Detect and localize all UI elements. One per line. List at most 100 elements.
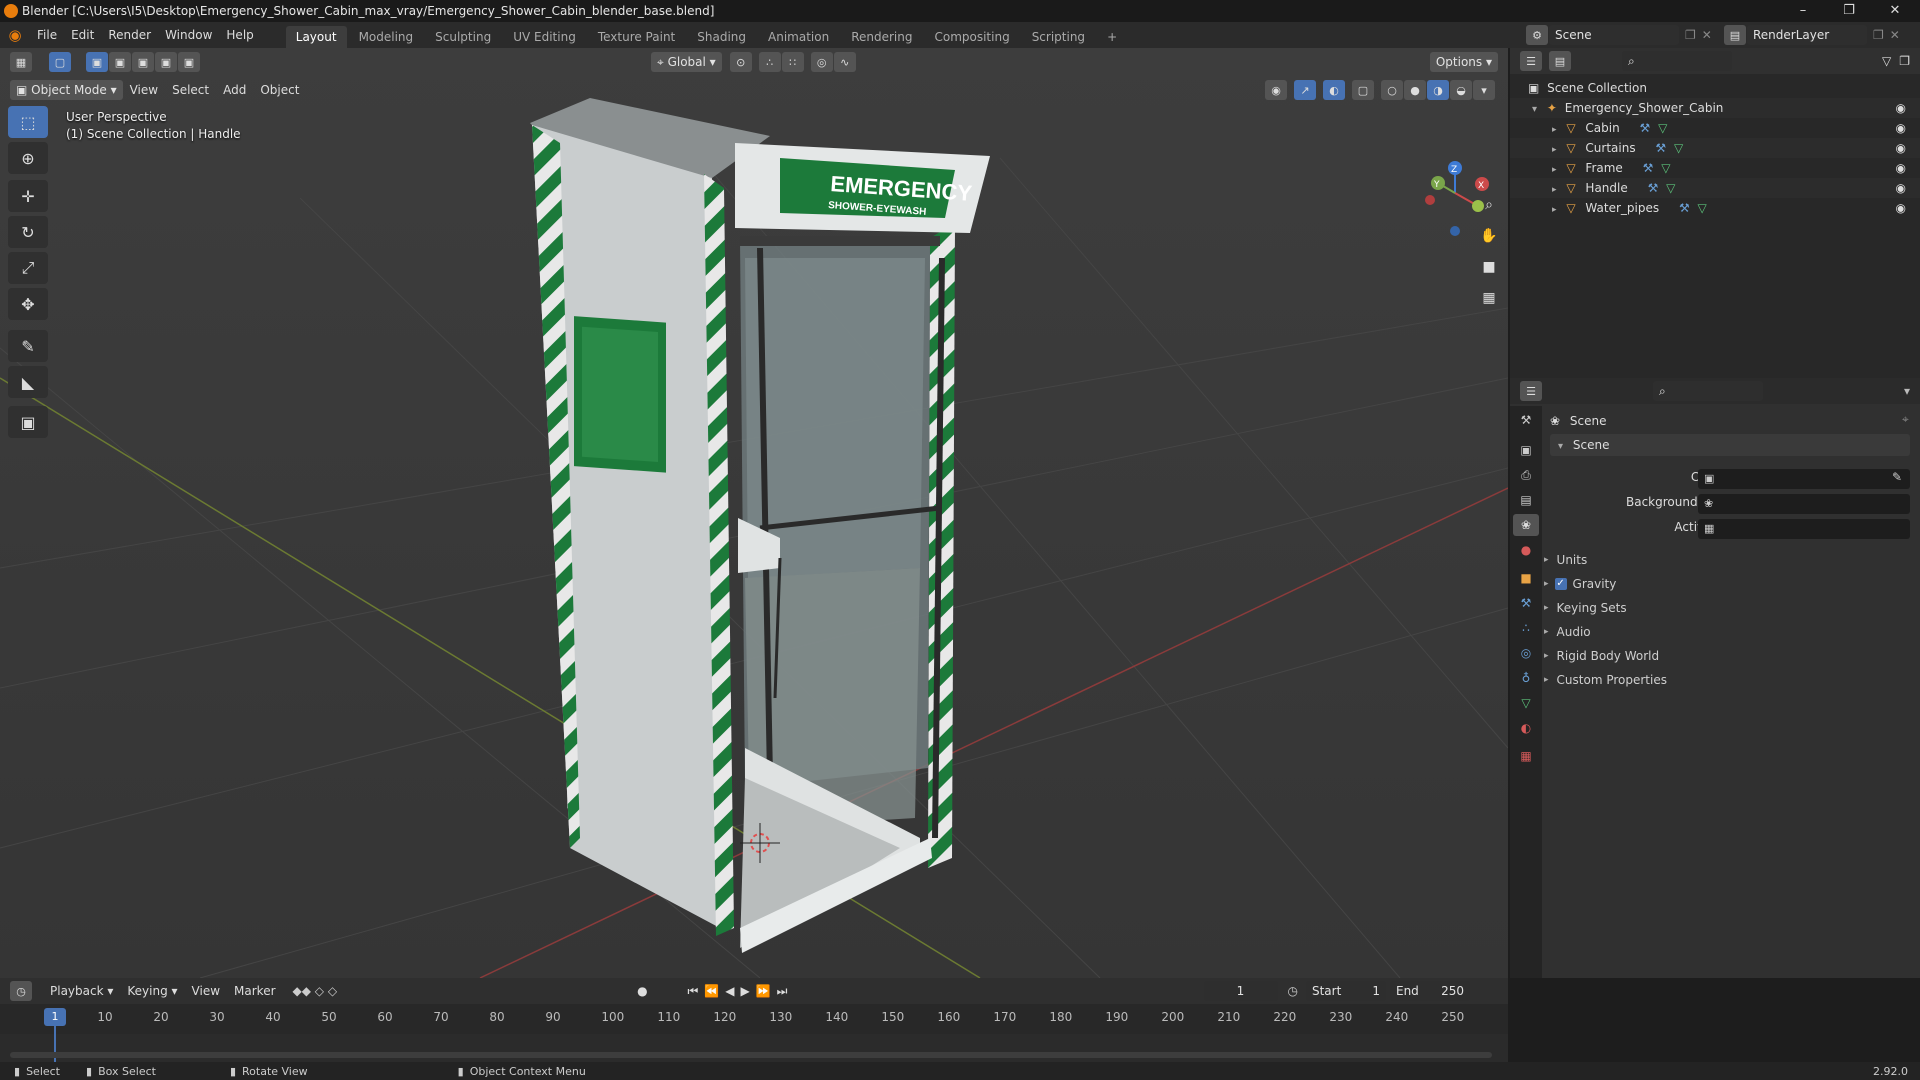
shading-rendered-icon[interactable]: ◒ [1450, 80, 1472, 100]
timeline-menu-view[interactable]: View [185, 978, 227, 1004]
units-panel-header[interactable]: ▸ Units [1544, 550, 1914, 570]
shading-options-icon[interactable]: ▾ [1473, 80, 1495, 100]
transform-orientation-dropdown[interactable]: ⌖ Global ▾ [651, 52, 722, 72]
keying-sets-panel-header[interactable]: ▸ Keying Sets [1544, 598, 1914, 618]
current-frame-field[interactable]: 1 [1203, 981, 1278, 1001]
auto-keying-icon[interactable]: ● [637, 984, 647, 998]
options-dropdown[interactable]: Options ▾ [1429, 52, 1498, 72]
output-tab-icon[interactable]: ⎙ [1513, 464, 1539, 486]
close-button[interactable]: ✕ [1872, 0, 1918, 22]
mode-new-selection-icon[interactable]: ▣ [86, 52, 108, 72]
eyedropper-icon[interactable]: ✎ [1892, 470, 1902, 484]
object-mode-dropdown[interactable]: ▣ Object Mode ▾ [10, 80, 123, 100]
tool-cursor-icon[interactable]: ⊕ [8, 142, 48, 174]
visibility-eye-icon[interactable]: ◉ [1896, 178, 1906, 198]
timeline-scrollbar[interactable] [10, 1052, 1492, 1058]
constraints-tab-icon[interactable]: ♁ [1513, 667, 1539, 689]
expand-arrow-icon[interactable]: ▸ [1552, 145, 1557, 155]
outliner-collection-row[interactable]: ▾ ✦ Emergency_Shower_Cabin ◉ [1510, 98, 1920, 118]
select-tool-icon[interactable]: ▢ [49, 52, 71, 72]
pan-hand-icon[interactable]: ✋ [1476, 223, 1502, 249]
particles-tab-icon[interactable]: ∴ [1513, 617, 1539, 639]
physics-tab-icon[interactable]: ◎ [1513, 642, 1539, 664]
outliner-object-row[interactable]: ▸ ▽ Water_pipes ⚒ ▽ ◉ [1510, 198, 1920, 218]
mode-subtract-selection-icon[interactable]: ▣ [132, 52, 154, 72]
view-layer-tab-icon[interactable]: ▤ [1513, 489, 1539, 511]
scene-name-field[interactable]: Scene [1549, 25, 1679, 45]
preview-range-icon[interactable]: ◷ [1288, 984, 1298, 998]
expand-arrow-icon[interactable]: ▸ [1552, 165, 1557, 175]
tool-add-cube-icon[interactable]: ▣ [8, 406, 48, 438]
scene-tab-icon[interactable]: ❀ [1513, 514, 1539, 536]
viewport-menu-view[interactable]: View [123, 79, 165, 101]
start-frame-field[interactable]: Start 1 [1305, 981, 1386, 1001]
shading-solid-icon[interactable]: ● [1404, 80, 1426, 100]
material-tab-icon[interactable]: ◐ [1513, 717, 1539, 739]
tab-uv-editing[interactable]: UV Editing [503, 26, 586, 48]
mode-intersect-selection-icon[interactable]: ▣ [178, 52, 200, 72]
viewport-menu-select[interactable]: Select [165, 79, 216, 101]
proportional-edit-icon[interactable]: ◎ [810, 52, 833, 72]
renderlayer-selector[interactable]: ▤ RenderLayer ❐ ✕ [1724, 25, 1900, 45]
tab-scripting[interactable]: Scripting [1022, 26, 1095, 48]
outliner-object-row[interactable]: ▸ ▽ Cabin ⚒ ▽ ◉ [1510, 118, 1920, 138]
audio-panel-header[interactable]: ▸ Audio [1544, 622, 1914, 642]
tab-compositing[interactable]: Compositing [924, 26, 1019, 48]
timeline-menu-keying[interactable]: Keying ▾ [120, 978, 184, 1004]
camera-field[interactable]: ▣ [1698, 469, 1910, 489]
visibility-eye-icon[interactable]: ◉ [1896, 138, 1906, 158]
visibility-eye-icon[interactable]: ◉ [1896, 98, 1906, 118]
outliner-object-row[interactable]: ▸ ▽ Frame ⚒ ▽ ◉ [1510, 158, 1920, 178]
menu-help[interactable]: Help [219, 22, 260, 48]
scene-delete-icon[interactable]: ✕ [1702, 28, 1712, 42]
properties-options-icon[interactable]: ▾ [1904, 384, 1910, 398]
playback-controls[interactable]: ⏮⏪◀▶⏩⏭ [688, 984, 794, 999]
editor-type-icon[interactable]: ▦ [10, 52, 32, 72]
tool-measure-icon[interactable]: ◣ [8, 366, 48, 398]
menu-file[interactable]: File [30, 22, 64, 48]
custom-properties-panel-header[interactable]: ▸ Custom Properties [1544, 670, 1914, 690]
scene-new-icon[interactable]: ❐ [1685, 28, 1696, 42]
tool-select-box-icon[interactable]: ⬚ [8, 106, 48, 138]
add-workspace-button[interactable]: + [1097, 26, 1127, 48]
end-frame-field[interactable]: End 250 [1389, 981, 1470, 1001]
snap-icon[interactable]: ∴ [758, 52, 781, 72]
data-tab-icon[interactable]: ▽ [1513, 692, 1539, 714]
renderlayer-new-icon[interactable]: ❐ [1873, 28, 1884, 42]
visibility-icon[interactable]: ◉ [1265, 80, 1287, 100]
expand-arrow-icon[interactable]: ▸ [1552, 125, 1557, 135]
tab-rendering[interactable]: Rendering [841, 26, 922, 48]
properties-search-input[interactable]: ⌕ [1653, 381, 1763, 401]
visibility-eye-icon[interactable]: ◉ [1896, 198, 1906, 218]
tool-transform-icon[interactable]: ✥ [8, 288, 48, 320]
snap-target-icon[interactable]: ∷ [781, 52, 804, 72]
outliner-search-input[interactable]: ⌕ [1622, 51, 1732, 71]
mode-invert-selection-icon[interactable]: ▣ [155, 52, 177, 72]
viewport-menu-object[interactable]: Object [253, 79, 306, 101]
pivot-point-icon[interactable]: ⊙ [729, 52, 752, 72]
tab-sculpting[interactable]: Sculpting [425, 26, 501, 48]
zoom-icon[interactable]: ⌕ [1476, 192, 1502, 218]
renderlayer-delete-icon[interactable]: ✕ [1890, 28, 1900, 42]
display-mode-icon[interactable]: ▤ [1549, 51, 1571, 71]
tool-move-icon[interactable]: ✛ [8, 180, 48, 212]
visibility-eye-icon[interactable]: ◉ [1896, 118, 1906, 138]
timeline-menu-playback[interactable]: Playback ▾ [43, 978, 120, 1004]
renderlayer-name-field[interactable]: RenderLayer [1747, 25, 1867, 45]
texture-tab-icon[interactable]: ▦ [1513, 745, 1539, 767]
outliner-object-row[interactable]: ▸ ▽ Curtains ⚒ ▽ ◉ [1510, 138, 1920, 158]
filter-icon[interactable]: ▽ [1882, 54, 1891, 68]
tool-scale-icon[interactable]: ⤢ [8, 252, 48, 284]
shading-wireframe-icon[interactable]: ○ [1381, 80, 1403, 100]
falloff-icon[interactable]: ∿ [833, 52, 856, 72]
timeline-editor-type-icon[interactable]: ◷ [10, 981, 32, 1001]
scene-selector[interactable]: ⚙ Scene ❐ ✕ [1526, 25, 1712, 45]
pin-icon[interactable]: ⌖ [1902, 412, 1909, 427]
outliner-object-row[interactable]: ▸ ▽ Handle ⚒ ▽ ◉ [1510, 178, 1920, 198]
tab-texture-paint[interactable]: Texture Paint [588, 26, 685, 48]
gravity-panel-header[interactable]: ▸ ✓ Gravity [1544, 574, 1914, 594]
scene-panel-header[interactable]: ▾ Scene [1550, 434, 1910, 456]
timeline-menu-marker[interactable]: Marker [227, 978, 282, 1004]
shading-material-icon[interactable]: ◑ [1427, 80, 1449, 100]
overlays-toggle-icon[interactable]: ◐ [1323, 80, 1345, 100]
